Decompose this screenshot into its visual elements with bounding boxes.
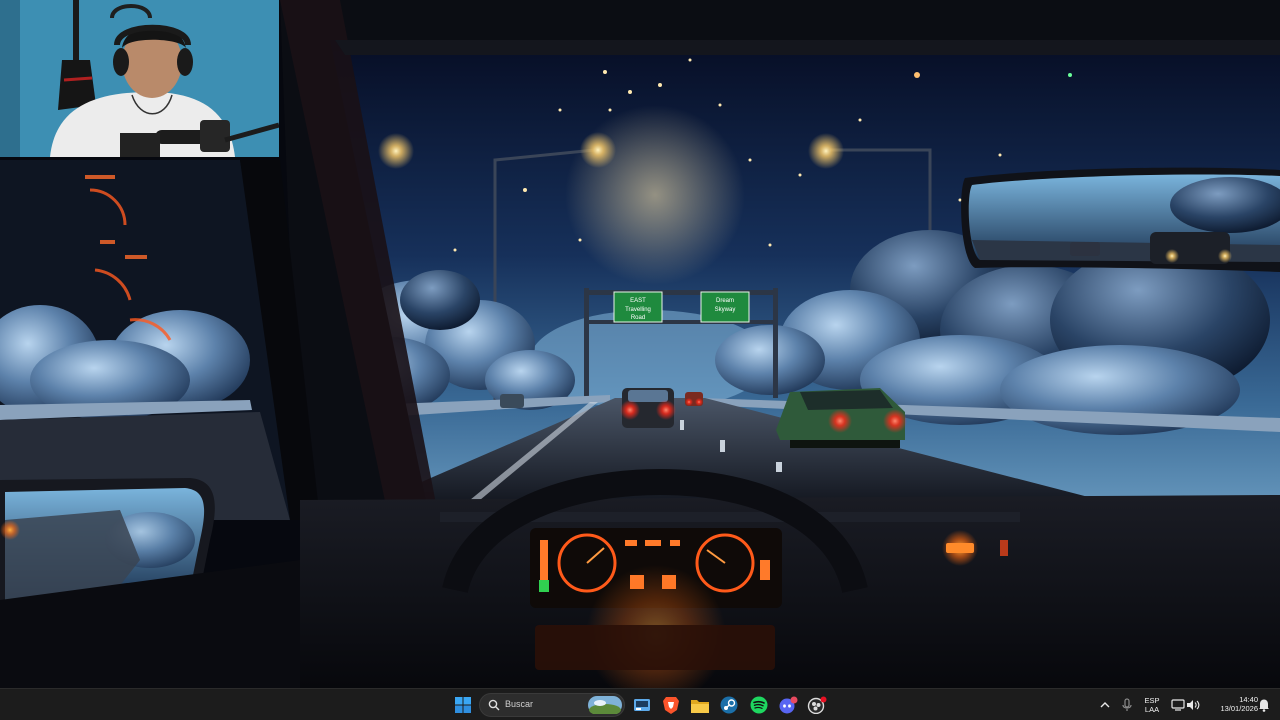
- spotify-icon[interactable]: [748, 694, 770, 716]
- brave-browser-icon[interactable]: [660, 694, 682, 716]
- volume-icon[interactable]: [1182, 694, 1204, 716]
- sign-left-line3: Road: [631, 315, 645, 321]
- discord-icon[interactable]: [777, 694, 799, 716]
- file-explorer-icon[interactable]: [689, 694, 711, 716]
- task-view-icon[interactable]: [631, 694, 653, 716]
- sign-left-line2: Travelling: [625, 307, 651, 313]
- language-bottom: LAA: [1144, 705, 1160, 714]
- search-icon: [488, 699, 500, 711]
- microphone-icon[interactable]: [1116, 694, 1138, 716]
- notification-bell-icon[interactable]: [1253, 694, 1275, 716]
- sign-left-line1: EAST: [630, 298, 646, 304]
- sign-right-line1: Dream: [716, 298, 734, 304]
- webcam-feed: [0, 0, 279, 157]
- sign-right-line2: Skyway: [715, 307, 736, 313]
- language-indicator[interactable]: ESP LAA: [1140, 696, 1164, 714]
- steam-icon[interactable]: [718, 694, 740, 716]
- webcam-overlay: [0, 0, 279, 157]
- language-top: ESP: [1144, 696, 1160, 705]
- taskbar: Buscar ESP LAA 14:40 13/01/2026: [0, 688, 1280, 720]
- search-highlight-icon: [588, 696, 622, 714]
- clock-time: 14:40: [1239, 695, 1258, 704]
- start-icon[interactable]: [452, 694, 474, 716]
- clock[interactable]: 14:40 13/01/2026: [1202, 695, 1258, 713]
- chevron-up-icon[interactable]: [1094, 694, 1116, 716]
- taskbar-search-box[interactable]: Buscar: [479, 693, 625, 717]
- obs-icon[interactable]: [806, 694, 828, 716]
- search-label: Buscar: [505, 699, 534, 709]
- clock-date: 13/01/2026: [1220, 704, 1258, 713]
